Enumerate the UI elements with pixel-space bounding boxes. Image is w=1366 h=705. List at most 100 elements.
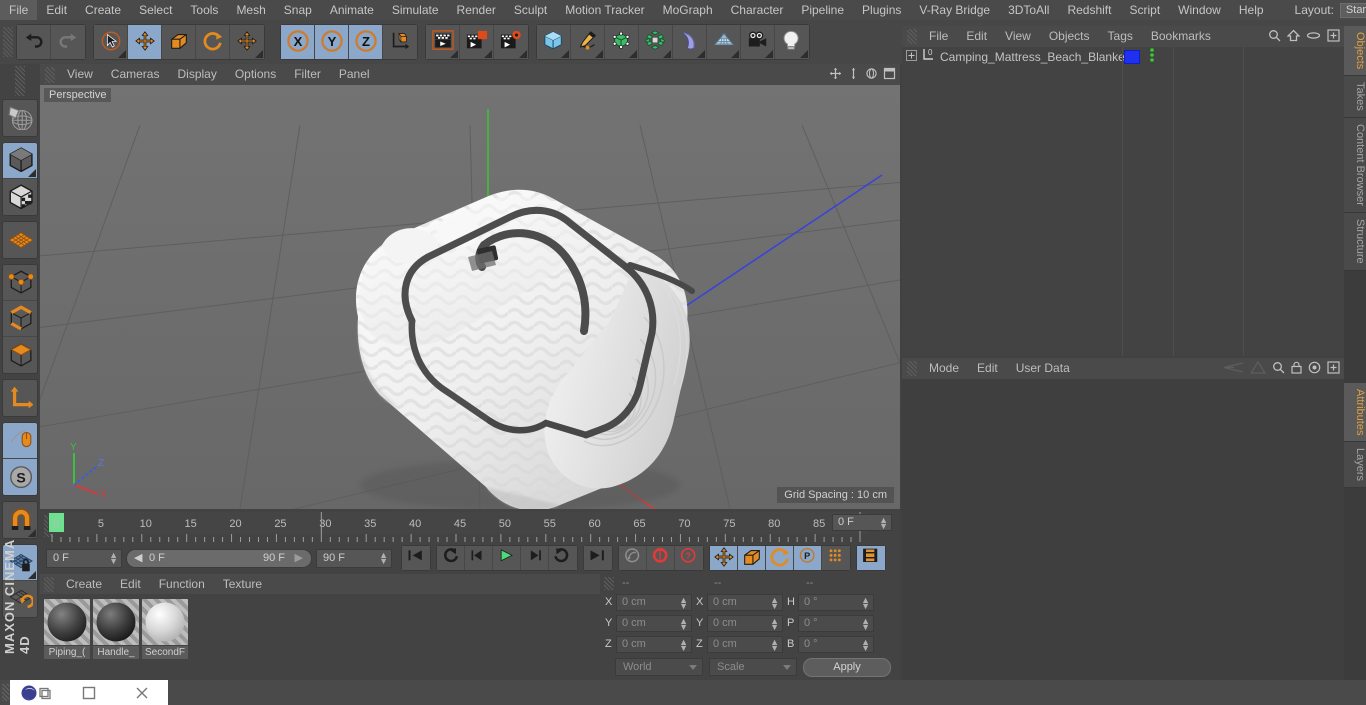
rotation-key-button[interactable]	[766, 546, 794, 570]
pan-view-icon[interactable]	[829, 67, 842, 83]
dropdown-corner-icon[interactable]	[561, 50, 569, 58]
menu-v-ray-bridge[interactable]: V-Ray Bridge	[910, 0, 999, 20]
menu-tools[interactable]: Tools	[181, 0, 227, 20]
menu-sculpt[interactable]: Sculpt	[505, 0, 556, 20]
play-backwards-button[interactable]	[437, 546, 465, 570]
workplane-button[interactable]: S	[3, 459, 37, 495]
material-item[interactable]: SecondF	[142, 599, 188, 675]
spinner-icon[interactable]: ▲ ▼	[770, 595, 779, 610]
dropdown-corner-icon[interactable]	[731, 50, 739, 58]
size-field[interactable]: 0 cm ▲ ▼	[707, 593, 783, 611]
uv-polygon-mode-button[interactable]	[3, 222, 37, 258]
object-menu-edit[interactable]: Edit	[957, 26, 996, 47]
rotation-field[interactable]: 0 ° ▲ ▼	[798, 593, 874, 611]
attributes-body[interactable]	[902, 379, 1344, 680]
spinner-icon[interactable]: ▲ ▼	[879, 516, 888, 531]
range-left-arrow-icon[interactable]: ◀	[134, 551, 142, 564]
menu-snap[interactable]: Snap	[275, 0, 321, 20]
timeline-mode-button[interactable]	[857, 546, 885, 570]
object-axis-button[interactable]	[3, 380, 37, 416]
viewport-solo-button[interactable]	[3, 423, 37, 459]
size-field[interactable]: 0 cm ▲ ▼	[707, 614, 783, 632]
spinner-icon[interactable]: ▲ ▼	[861, 595, 870, 610]
make-editable-button[interactable]	[3, 100, 37, 136]
coordinates-grip[interactable]	[604, 576, 614, 590]
menu-character[interactable]: Character	[722, 0, 793, 20]
tab-layers[interactable]: Layers	[1344, 442, 1366, 489]
camera-button[interactable]	[741, 25, 775, 59]
record-key-button[interactable]	[619, 546, 647, 570]
z-axis-button[interactable]: Z	[349, 25, 383, 59]
maximize-icon[interactable]	[63, 680, 116, 705]
viewport-menu-display[interactable]: Display	[168, 64, 225, 85]
object-menu-file[interactable]: File	[920, 26, 957, 47]
point-mode-button[interactable]	[3, 265, 37, 301]
material-item[interactable]: Piping_(	[44, 599, 90, 675]
tab-structure[interactable]: Structure	[1344, 212, 1366, 271]
go-to-end-button[interactable]	[584, 546, 612, 570]
dropdown-corner-icon[interactable]	[765, 50, 773, 58]
add-layer-icon[interactable]	[1327, 29, 1340, 45]
viewport-menu-cameras[interactable]: Cameras	[102, 64, 169, 85]
render-settings-button[interactable]	[494, 25, 528, 59]
menu-file[interactable]: File	[0, 0, 38, 20]
prev-attribute-icon[interactable]	[1222, 361, 1244, 377]
close-icon[interactable]	[115, 680, 168, 705]
dropdown-corner-icon[interactable]	[28, 169, 36, 177]
dropdown-corner-icon[interactable]	[800, 50, 808, 58]
material-grip[interactable]	[44, 576, 54, 592]
leftbar-grip[interactable]	[15, 66, 25, 96]
next-attribute-icon[interactable]	[1249, 360, 1267, 377]
link-icon[interactable]	[1306, 29, 1321, 45]
play-button[interactable]	[493, 546, 521, 570]
size-field[interactable]: 0 cm ▲ ▼	[707, 635, 783, 653]
render-region-button[interactable]	[460, 25, 494, 59]
dropdown-corner-icon[interactable]	[255, 50, 263, 58]
dropdown-corner-icon[interactable]	[519, 50, 527, 58]
lock-icon[interactable]	[1291, 361, 1302, 377]
attributes-menu-user-data[interactable]: User Data	[1007, 358, 1079, 379]
apply-button[interactable]: Apply	[803, 657, 891, 677]
search-icon[interactable]	[1272, 361, 1285, 377]
tab-takes[interactable]: Takes	[1344, 76, 1366, 119]
rotate-tool-button[interactable]	[196, 25, 230, 59]
maximize-view-icon[interactable]	[883, 67, 896, 83]
material-menu-function[interactable]: Function	[150, 574, 214, 594]
edge-mode-button[interactable]	[3, 301, 37, 337]
menu-plugins[interactable]: Plugins	[853, 0, 910, 20]
dropdown-corner-icon[interactable]	[697, 50, 705, 58]
object-menu-view[interactable]: View	[996, 26, 1040, 47]
menu-3dtoall[interactable]: 3DToAll	[999, 0, 1058, 20]
search-icon[interactable]	[1268, 29, 1281, 45]
viewport-menu-view[interactable]: View	[58, 64, 102, 85]
menu-edit[interactable]: Edit	[37, 0, 76, 20]
dropdown-corner-icon[interactable]	[629, 50, 637, 58]
range-right-arrow-icon[interactable]: ▶	[295, 551, 303, 564]
viewport-canvas[interactable]: Perspective Y X Z Grid Spacing: 10 cm	[40, 85, 900, 509]
attributes-grip[interactable]	[907, 361, 917, 376]
model-mode-button[interactable]	[3, 143, 37, 179]
keyframe-selection-button[interactable]: ?	[675, 546, 703, 570]
floor-environment-button[interactable]	[707, 25, 741, 59]
tab-objects[interactable]: Objects	[1344, 26, 1366, 77]
timeline-ruler[interactable]: 051015202530354045505560657075808590	[48, 512, 868, 542]
target-icon[interactable]	[1308, 361, 1321, 377]
spinner-icon[interactable]: ▲ ▼	[109, 550, 118, 565]
dropdown-corner-icon[interactable]	[450, 50, 458, 58]
menu-render[interactable]: Render	[448, 0, 505, 20]
position-key-button[interactable]	[710, 546, 738, 570]
dropdown-corner-icon[interactable]	[484, 50, 492, 58]
object-menu-objects[interactable]: Objects	[1040, 26, 1099, 47]
tag-dots-icon[interactable]	[1148, 47, 1156, 66]
nurbs-generator-button[interactable]	[605, 25, 639, 59]
viewport-grip[interactable]	[45, 66, 55, 83]
spinner-icon[interactable]: ▲ ▼	[679, 637, 688, 652]
menu-help[interactable]: Help	[1230, 0, 1273, 20]
material-item[interactable]: Handle_	[93, 599, 139, 675]
magnet-snap-button[interactable]	[3, 502, 37, 538]
coordinate-mode-dropdown[interactable]: Scale	[709, 658, 797, 676]
y-axis-button[interactable]: Y	[315, 25, 349, 59]
material-preview-sphere[interactable]	[142, 599, 188, 645]
object-tree[interactable]: 0 Camping_Mattress_Beach_Blanket	[902, 47, 1344, 356]
pla-key-button[interactable]: P	[794, 546, 822, 570]
